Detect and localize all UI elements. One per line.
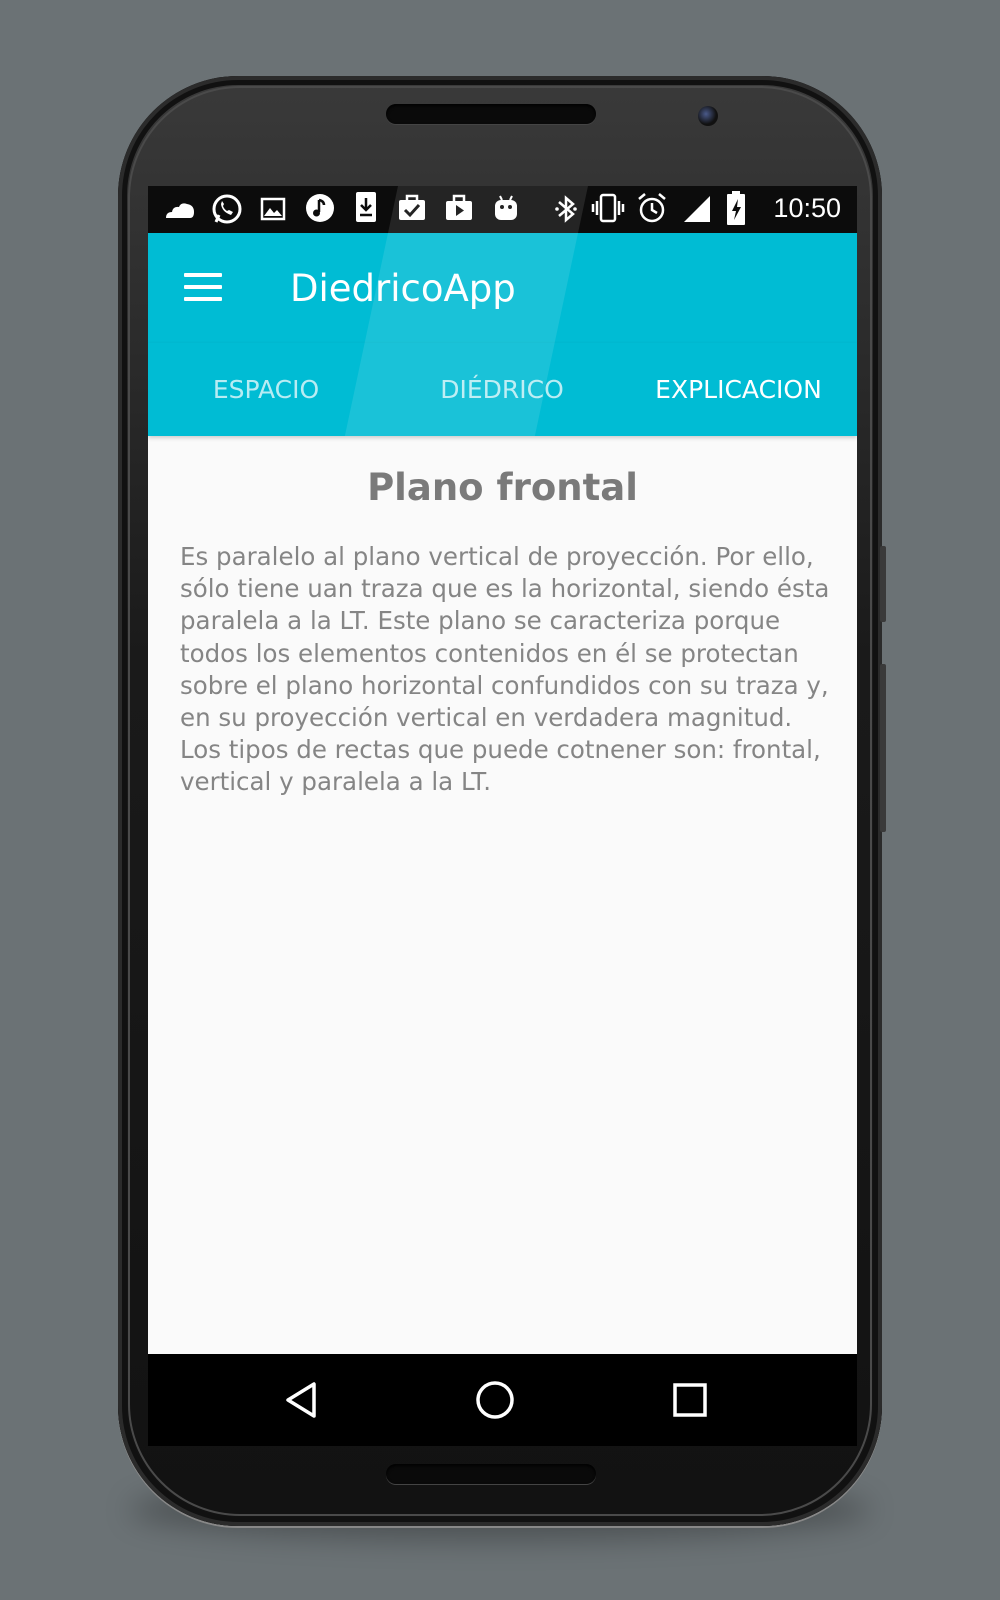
- content-title: Plano frontal: [367, 466, 638, 509]
- top-speaker: [386, 104, 596, 124]
- tab-diedrico[interactable]: DIÉDRICO: [384, 343, 620, 436]
- tab-bar: ESPACIO DIÉDRICO EXPLICACION: [148, 343, 857, 436]
- app-title: DiedricoApp: [290, 267, 516, 310]
- android-icon: [495, 195, 517, 220]
- phone-screen: 10:50 DiedricoApp ESPACIO DIÉDRICO EXPLI…: [148, 186, 857, 1446]
- power-button: [880, 664, 886, 832]
- tab-espacio[interactable]: ESPACIO: [148, 343, 384, 436]
- volume-button: [880, 546, 886, 622]
- bluetooth-icon: [555, 195, 577, 223]
- whatsapp-icon: [212, 194, 242, 224]
- front-camera: [698, 106, 718, 126]
- battery-charging-icon: [727, 191, 745, 225]
- status-time: 10:50: [773, 193, 841, 223]
- tab-explicacion[interactable]: EXPLICACION: [620, 343, 857, 436]
- alarm-icon: [638, 193, 666, 223]
- download-icon: [356, 192, 376, 222]
- signal-icon: [684, 196, 710, 222]
- content-body: Es paralelo al plano vertical de proyecc…: [180, 542, 830, 797]
- recents-square-icon[interactable]: [668, 1378, 712, 1422]
- briefcase-play-icon: [446, 194, 472, 220]
- vibrate-icon: [591, 193, 625, 223]
- back-triangle-icon[interactable]: [280, 1378, 324, 1422]
- clipboard-check-icon: [399, 194, 425, 220]
- image-icon: [260, 197, 286, 221]
- hamburger-menu-icon[interactable]: [184, 273, 222, 303]
- cloud-icon: [166, 203, 194, 218]
- status-bar: 10:50: [148, 186, 857, 233]
- music-icon: [306, 194, 334, 222]
- navigation-bar: [148, 1354, 857, 1446]
- home-circle-icon[interactable]: [473, 1378, 517, 1422]
- bottom-speaker: [386, 1464, 596, 1484]
- app-bar: DiedricoApp: [148, 233, 857, 343]
